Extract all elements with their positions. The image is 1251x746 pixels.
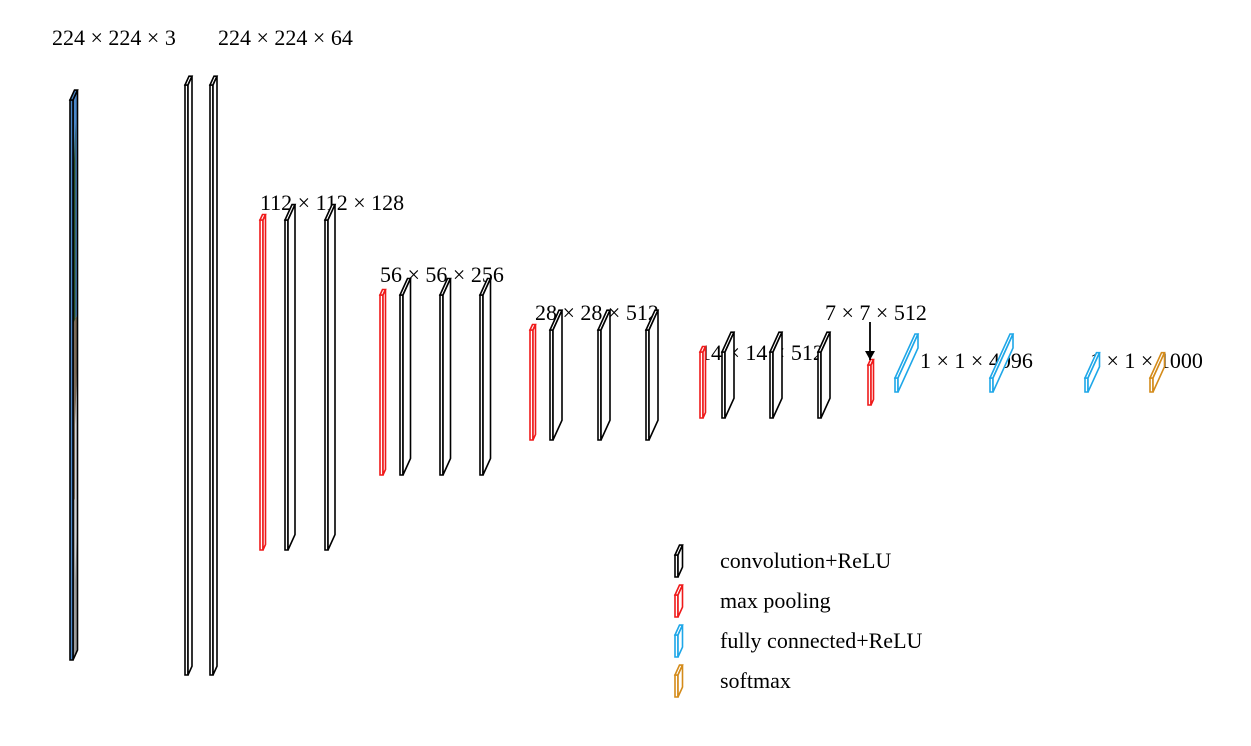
diagram-canvas	[0, 0, 1251, 746]
vgg-architecture-diagram: 224 × 224 × 3 224 × 224 × 64 112 × 112 ×…	[0, 0, 1251, 746]
